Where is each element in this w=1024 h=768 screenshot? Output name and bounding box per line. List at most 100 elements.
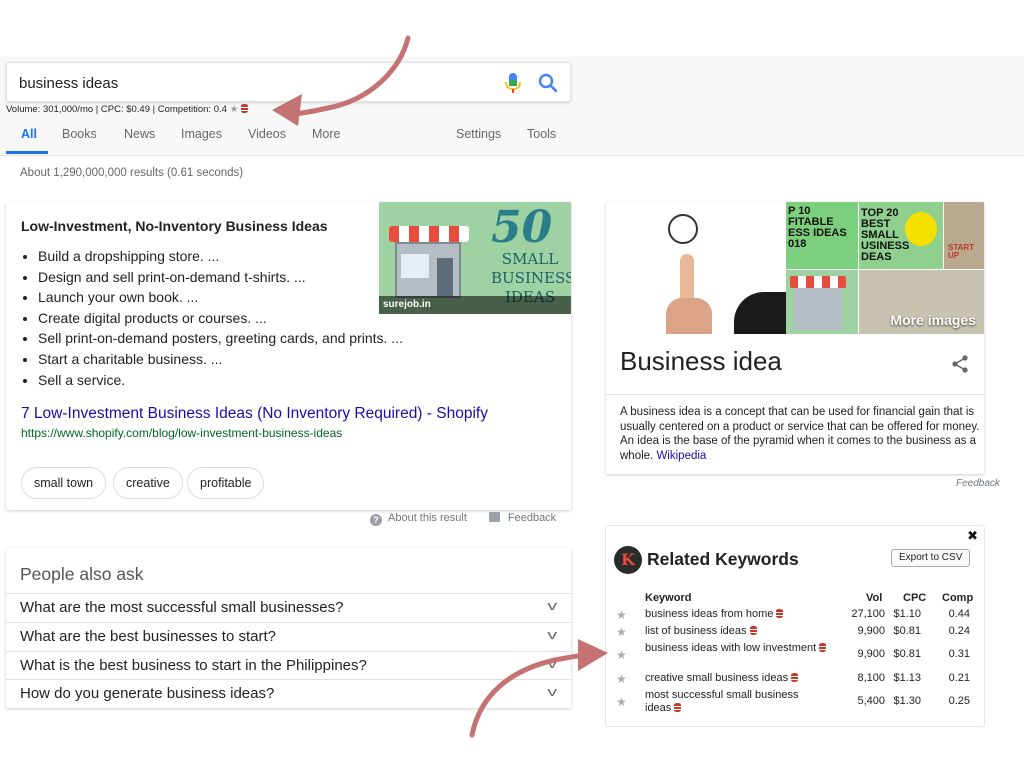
search-tabs: All Books News Images Videos More Settin… bbox=[6, 124, 1024, 154]
keyword-text: list of business ideas bbox=[645, 625, 747, 637]
comp-cell: 0.24 bbox=[948, 625, 970, 637]
snippet-title: Low-Investment, No-Inventory Business Id… bbox=[21, 218, 328, 234]
keyword-text: creative small business ideas bbox=[645, 672, 789, 684]
image-tile[interactable]: P 10 FITABLE ESS IDEAS 018 bbox=[786, 202, 858, 269]
knowledge-panel-feedback[interactable]: Feedback bbox=[956, 478, 1000, 489]
image-number: 50 bbox=[491, 202, 553, 253]
paa-question[interactable]: What are the most successful small busin… bbox=[6, 593, 571, 622]
paa-question[interactable]: What is the best business to start in th… bbox=[6, 651, 571, 680]
chip-small-town[interactable]: small town bbox=[21, 467, 107, 499]
tab-news[interactable]: News bbox=[124, 127, 155, 141]
database-icon bbox=[241, 104, 249, 113]
chevron-down-icon[interactable]: v bbox=[547, 627, 557, 642]
column-header: Comp bbox=[942, 592, 974, 604]
vol-cell: 5,400 bbox=[857, 695, 885, 707]
more-images-link[interactable]: More images bbox=[890, 312, 976, 328]
about-result-link[interactable]: About this result bbox=[388, 512, 467, 524]
image-tile[interactable]: TOP 20 BEST SMALL USINESS DEAS bbox=[859, 202, 943, 269]
tab-more[interactable]: More bbox=[312, 127, 340, 141]
database-icon bbox=[749, 626, 757, 635]
database-icon bbox=[776, 609, 784, 618]
tab-videos[interactable]: Videos bbox=[248, 127, 286, 141]
tile-text: START UP bbox=[948, 243, 975, 260]
snippet-image[interactable]: 50 SMALL BUSINESS IDEAS surejob.in bbox=[379, 202, 571, 314]
comp-cell: 0.44 bbox=[948, 608, 970, 620]
column-header: Vol bbox=[866, 592, 883, 604]
page: Volume: 301,000/mo | CPC: $0.49 | Compet… bbox=[0, 0, 1024, 768]
suit-graphic bbox=[734, 292, 794, 334]
vol-cell: 8,100 bbox=[857, 672, 885, 684]
paa-question[interactable]: What are the best businesses to start? v bbox=[6, 622, 571, 651]
close-icon[interactable]: ✖ bbox=[967, 528, 978, 544]
export-csv-button[interactable]: Export to CSV bbox=[891, 549, 971, 567]
snippet-list: Build a dropshipping store. ... Design a… bbox=[38, 246, 403, 390]
search-icon[interactable] bbox=[537, 72, 559, 94]
star-icon[interactable]: ★ bbox=[230, 104, 239, 115]
cpc-cell: $1.10 bbox=[893, 608, 921, 620]
paa-question-text: What is the best business to start in th… bbox=[20, 657, 367, 674]
paa-question-text: What are the best businesses to start? bbox=[20, 628, 276, 645]
image-tile[interactable]: START UP bbox=[944, 202, 984, 269]
tab-settings[interactable]: Settings bbox=[456, 127, 501, 141]
snippet-url: https://www.shopify.com/blog/low-investm… bbox=[21, 426, 343, 440]
cpc-cell: $0.81 bbox=[893, 648, 921, 660]
search-input[interactable] bbox=[19, 72, 489, 94]
chevron-down-icon[interactable]: v bbox=[547, 656, 557, 671]
keyword-text: most successful small business ideas bbox=[645, 689, 799, 714]
shop-door-graphic bbox=[437, 258, 453, 296]
feedback-link[interactable]: Feedback bbox=[508, 512, 556, 524]
star-icon[interactable]: ★ bbox=[616, 695, 627, 709]
image-tile[interactable]: More images bbox=[859, 270, 984, 334]
keyword-cell[interactable]: creative small business ideas bbox=[645, 672, 837, 685]
comp-cell: 0.31 bbox=[948, 648, 970, 660]
featured-snippet: Low-Investment, No-Inventory Business Id… bbox=[6, 202, 571, 510]
keyword-cell[interactable]: list of business ideas bbox=[645, 625, 837, 638]
tab-all[interactable]: All bbox=[21, 127, 37, 141]
database-icon bbox=[819, 643, 827, 652]
chip-profitable[interactable]: profitable bbox=[187, 467, 265, 499]
image-tile[interactable] bbox=[786, 270, 858, 334]
knowledge-panel-description: A business idea is a concept that can be… bbox=[620, 405, 980, 463]
tab-books[interactable]: Books bbox=[62, 127, 97, 141]
keyword-metrics-text: Volume: 301,000/mo | CPC: $0.49 | Compet… bbox=[6, 104, 227, 115]
people-also-ask: People also ask What are the most succes… bbox=[6, 548, 571, 708]
vol-cell: 9,900 bbox=[857, 648, 885, 660]
results-count: About 1,290,000,000 results (0.61 second… bbox=[20, 167, 244, 179]
share-icon[interactable] bbox=[950, 354, 970, 374]
keyword-text: business ideas with low investment bbox=[645, 642, 817, 654]
list-item: Design and sell print-on-demand t-shirts… bbox=[38, 267, 403, 288]
knowledge-panel-title: Business idea bbox=[620, 346, 782, 376]
snippet-link[interactable]: 7 Low-Investment Business Ideas (No Inve… bbox=[21, 405, 488, 423]
keywords-everywhere-logo: K bbox=[614, 546, 642, 574]
paa-title: People also ask bbox=[20, 564, 144, 584]
chip-creative[interactable]: creative bbox=[113, 467, 183, 499]
star-icon[interactable]: ★ bbox=[616, 672, 627, 686]
tab-images[interactable]: Images bbox=[181, 127, 222, 141]
paa-question-text: How do you generate business ideas? bbox=[20, 685, 275, 702]
tab-tools[interactable]: Tools bbox=[527, 127, 556, 141]
hand-graphic bbox=[666, 298, 712, 334]
search-box[interactable] bbox=[6, 62, 571, 102]
comp-cell: 0.25 bbox=[948, 695, 970, 707]
keyword-cell[interactable]: business ideas with low investment bbox=[645, 642, 837, 655]
star-icon[interactable]: ★ bbox=[616, 648, 627, 662]
paa-question-text: What are the most successful small busin… bbox=[20, 599, 344, 616]
wikipedia-link[interactable]: Wikipedia bbox=[656, 450, 706, 462]
chevron-down-icon[interactable]: v bbox=[547, 684, 557, 699]
vol-cell: 9,900 bbox=[857, 625, 885, 637]
knowledge-panel-images[interactable]: P 10 FITABLE ESS IDEAS 018 TOP 20 BEST S… bbox=[606, 202, 984, 334]
list-item: Launch your own book. ... bbox=[38, 287, 403, 308]
shop-window-graphic bbox=[401, 254, 429, 278]
star-icon[interactable]: ★ bbox=[616, 608, 627, 622]
feedback-icon bbox=[488, 512, 500, 522]
paa-question[interactable]: How do you generate business ideas? v bbox=[6, 679, 571, 708]
tile-text: P 10 FITABLE ESS IDEAS 018 bbox=[788, 205, 847, 250]
lightbulb-hand-image[interactable] bbox=[606, 202, 794, 334]
keyword-cell[interactable]: business ideas from home bbox=[645, 608, 837, 621]
microphone-icon[interactable] bbox=[503, 72, 523, 94]
column-header: Keyword bbox=[645, 592, 692, 604]
list-item: Sell print-on-demand posters, greeting c… bbox=[38, 328, 403, 349]
keyword-cell[interactable]: most successful small business ideas bbox=[645, 689, 825, 715]
star-icon[interactable]: ★ bbox=[616, 625, 627, 639]
chevron-down-icon[interactable]: v bbox=[547, 598, 557, 613]
